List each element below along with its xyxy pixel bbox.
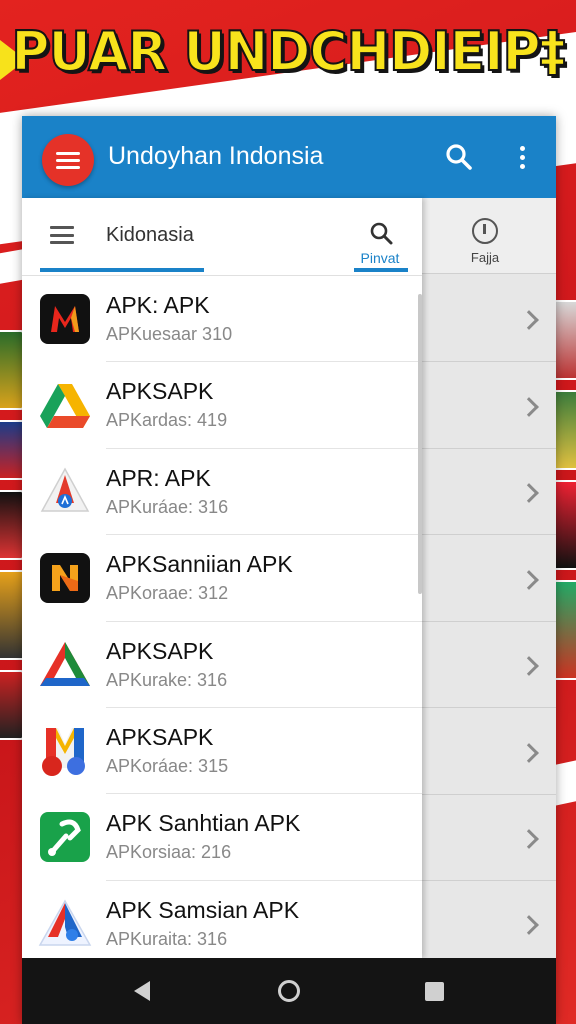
pinvat-tab-indicator bbox=[354, 268, 408, 272]
scrollbar[interactable] bbox=[418, 294, 422, 594]
list-item[interactable]: APR: APK APKuráae: 316 bbox=[22, 449, 422, 536]
chevron-right-icon[interactable] bbox=[519, 397, 539, 417]
app-name: APR: APK bbox=[106, 464, 211, 491]
tab-fajja[interactable]: Fajja bbox=[422, 198, 556, 274]
app-subtitle: APKuraita: 316 bbox=[106, 928, 228, 949]
tricolor-triangle-icon bbox=[40, 641, 90, 686]
battery-icon bbox=[498, 96, 507, 110]
app-title: Undoyhan Indonsia bbox=[108, 142, 324, 170]
app-list: APK: APK APKuesaar 310 APKSAPK APKardas:… bbox=[22, 276, 422, 967]
search-icon[interactable] bbox=[444, 142, 474, 172]
app-name: APK Samsian APK bbox=[106, 896, 300, 923]
list-item[interactable]: APKSAPK APKurake: 316 bbox=[22, 622, 422, 708]
app-subtitle: APKoraae: 312 bbox=[106, 583, 229, 604]
app-name: APKSAPK bbox=[106, 723, 214, 750]
active-tab-indicator bbox=[40, 268, 204, 272]
chevron-right-icon[interactable] bbox=[519, 570, 539, 590]
app-subtitle: APKuráae: 316 bbox=[106, 496, 229, 517]
poster-headline: PUAR UNDCHDIEIP‡ bbox=[10, 19, 566, 84]
app-name: APK Sanhtian APK bbox=[106, 810, 301, 837]
system-nav-bar bbox=[22, 958, 556, 1024]
blue-a-triangle-icon bbox=[38, 899, 92, 946]
app-subtitle: APKuesaar 310 bbox=[106, 324, 233, 344]
n-logo-icon bbox=[40, 553, 90, 604]
recent-apps-icon[interactable] bbox=[425, 982, 444, 1001]
collage-thumbnail bbox=[0, 330, 24, 410]
app-name: APK: APK bbox=[106, 292, 210, 318]
menu-button[interactable] bbox=[42, 134, 94, 186]
more-vertical-icon[interactable] bbox=[512, 142, 532, 172]
list-item[interactable]: APK: APK APKuesaar 310 bbox=[22, 276, 422, 363]
m-logo-icon bbox=[40, 294, 90, 344]
chevron-right-icon[interactable] bbox=[519, 656, 539, 676]
wifi-icon bbox=[450, 96, 469, 110]
drawer-tab-bar: Kidonasia Pinvat bbox=[22, 198, 422, 276]
signal-icon bbox=[476, 96, 491, 110]
list-item[interactable]: APKSAPK APKardas: 419 bbox=[22, 362, 422, 449]
app-subtitle: APKardas: 419 bbox=[106, 410, 228, 431]
app-subtitle: APKoráae: 315 bbox=[106, 755, 229, 776]
tab-pinvat[interactable]: Pinvat bbox=[348, 250, 412, 266]
app-subtitle: APKurake: 316 bbox=[106, 669, 228, 690]
app-subtitle: APKorsiaa: 216 bbox=[106, 842, 232, 863]
home-icon[interactable] bbox=[278, 980, 300, 1002]
phone-screen: Undoyhan Indonsia Fajja Kidonasia Pinvat… bbox=[22, 116, 556, 1024]
list-item[interactable]: APK Samsian APK APKuraita: 316 bbox=[22, 881, 422, 967]
background-list-panel: Fajja bbox=[422, 198, 556, 958]
app-name: APKSAPK bbox=[106, 378, 214, 405]
chevron-right-icon[interactable] bbox=[519, 829, 539, 849]
chevron-right-icon[interactable] bbox=[519, 743, 539, 763]
search-icon[interactable] bbox=[368, 220, 394, 246]
tab-label: Fajja bbox=[470, 250, 500, 265]
collage-thumbnail bbox=[0, 670, 24, 740]
drive-triangle-icon bbox=[40, 384, 90, 429]
tab-kidonasia[interactable]: Kidonasia bbox=[106, 224, 194, 247]
app-name: APKSanniian APK bbox=[106, 551, 293, 578]
green-wrench-icon bbox=[40, 812, 90, 863]
list-item[interactable]: APKSAPK APKoráae: 315 bbox=[22, 708, 422, 795]
navigation-drawer: Kidonasia Pinvat APK: APK APKuesaar 310 bbox=[22, 198, 422, 958]
app-name: APKSAPK bbox=[106, 637, 214, 664]
a-triangle-icon bbox=[40, 467, 90, 512]
m-badge-icon bbox=[42, 727, 85, 776]
chevron-right-icon[interactable] bbox=[519, 310, 539, 330]
chevron-right-icon[interactable] bbox=[519, 483, 539, 503]
app-bar: Undoyhan Indonsia bbox=[22, 116, 556, 198]
chevron-right-icon[interactable] bbox=[519, 915, 539, 935]
info-icon bbox=[472, 218, 498, 244]
list-item[interactable]: APKSanniian APK APKoraae: 312 bbox=[22, 535, 422, 622]
collage-thumbnail bbox=[0, 490, 24, 560]
status-time: 12:35 bbox=[514, 94, 552, 112]
back-icon[interactable] bbox=[134, 981, 150, 1001]
status-bar: 12:35 bbox=[450, 90, 552, 116]
menu-icon bbox=[56, 151, 80, 155]
hamburger-icon[interactable] bbox=[50, 226, 74, 244]
list-item[interactable]: APK Sanhtian APK APKorsiaa: 216 bbox=[22, 794, 422, 881]
